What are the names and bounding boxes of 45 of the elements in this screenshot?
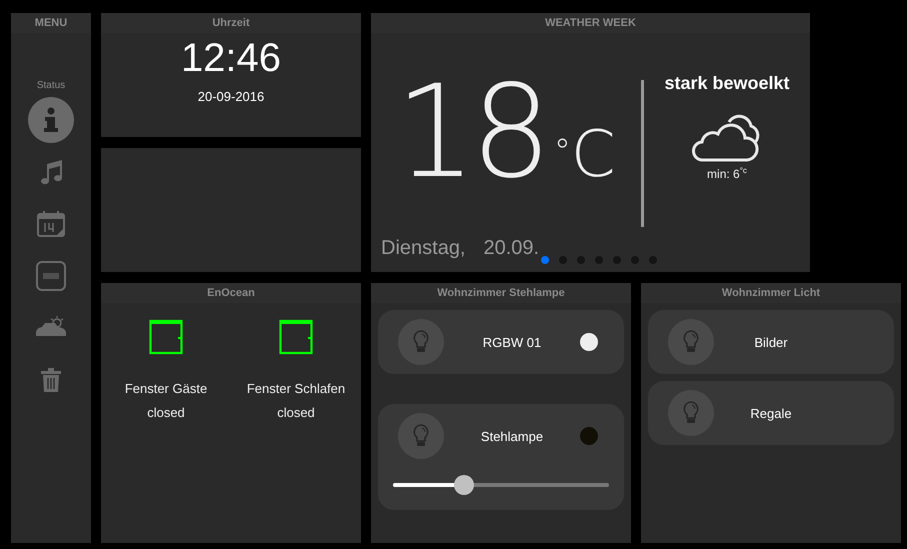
section-label: Status [36,80,66,91]
clock-date: 20-09-2016 [198,89,264,104]
panel-title: WEATHER WEEK [371,13,810,33]
minimum-temperature: min: 6$^{°c}$ [707,166,747,181]
window-icon [279,319,313,355]
slider-thumb[interactable] [454,475,474,495]
window-state: closed [147,405,185,420]
lamp-button[interactable] [398,413,444,459]
degree-sign: ° [554,135,571,169]
lamp-name: Regale [749,406,793,420]
temperature-unit: C [570,123,616,187]
color-indicator[interactable] [580,427,598,445]
light-bulb-icon [413,330,429,354]
panel-title: Wohnzimmer Stehlampe [371,283,631,303]
menu-item[interactable] [28,97,74,143]
weather-condition: stark bewoelkt [664,73,790,94]
color-indicator[interactable] [580,333,598,351]
calendar-icon [37,211,65,237]
lamp-button[interactable] [398,319,444,365]
panel-title: Uhrzeit [101,13,361,33]
weekday: Dienstag, [381,237,466,260]
light-bulb-icon [413,424,429,448]
lamp-name: Stehlampe [480,428,544,444]
panel-title: Wohnzimmer Licht [641,283,901,303]
clock-time: 12:46 [180,35,282,81]
lamp-button[interactable] [668,390,714,436]
trash-icon [41,368,61,392]
panel-title: EnOcean [101,283,361,303]
light-bulb-icon [683,401,699,425]
music-note-icon [38,159,64,185]
info-box-icon [36,261,66,291]
lamp-name: RGBW 01 [482,334,542,350]
menu-title: MENU [11,13,91,33]
lamp-name: Bilder [753,334,789,350]
lamp-button[interactable] [668,319,714,365]
light-bulb-icon [683,330,699,354]
window-icon [149,319,183,355]
brightness-slider[interactable] [393,475,609,495]
window-name: Fenster Schlafen [246,381,346,396]
page-dot[interactable] [541,256,550,264]
temperature: 18 [395,69,546,197]
weather-date: 20.09. [484,237,540,260]
window-name: Fenster Gäste [124,381,208,396]
window-state: closed [277,405,315,420]
info-icon [42,107,60,133]
